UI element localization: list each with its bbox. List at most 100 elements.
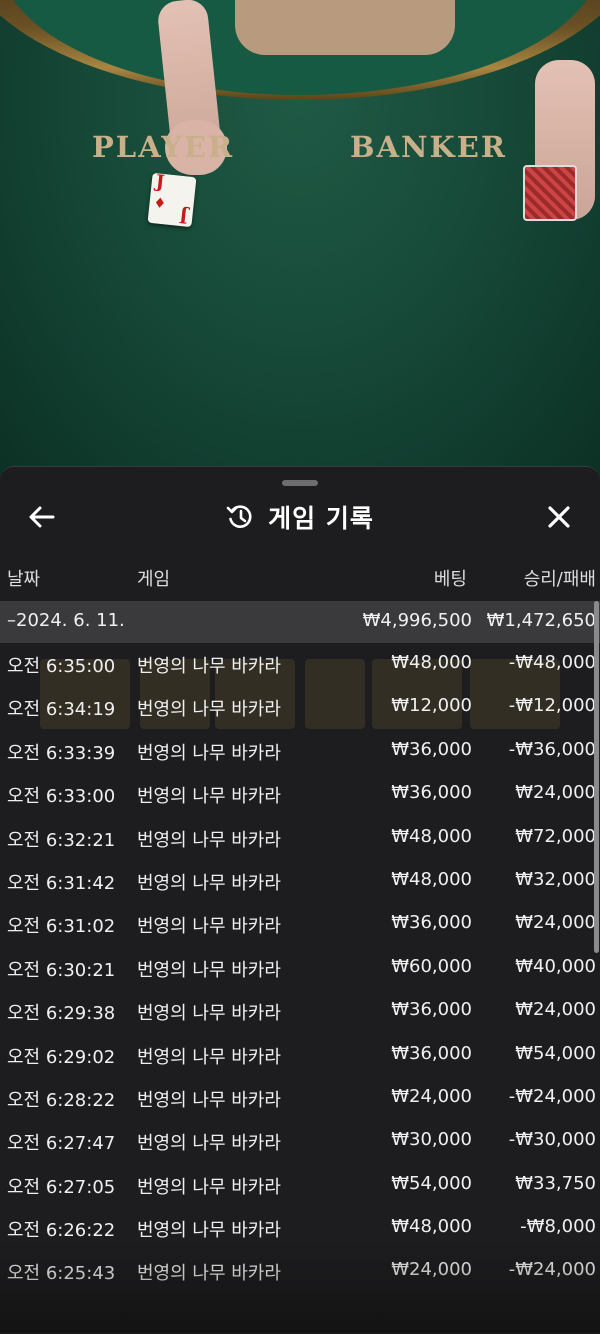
history-row[interactable]: 오전 6:31:02 번영의 나무 바카라 ₩36,000 ₩24,000	[0, 903, 600, 946]
row-bet: ₩48,000	[391, 825, 472, 847]
row-time: 오전 6:35:00	[7, 656, 116, 677]
row-game: 번영의 나무 바카라	[137, 1220, 281, 1242]
row-result: -₩12,000	[508, 695, 596, 717]
history-row[interactable]: 오전 6:33:00 번영의 나무 바카라 ₩36,000 ₩24,000	[0, 773, 600, 816]
row-bet: ₩36,000	[391, 1042, 472, 1064]
row-bet: ₩36,000	[391, 912, 472, 934]
column-header-date: 날짜	[7, 569, 41, 590]
row-result: ₩54,000	[515, 1042, 596, 1064]
history-row[interactable]: 오전 6:32:21 번영의 나무 바카라 ₩48,000 ₩72,000	[0, 817, 600, 860]
row-bet: ₩48,000	[391, 868, 472, 890]
summary-bet: ₩4,996,500	[362, 610, 472, 631]
row-result: ₩72,000	[515, 825, 596, 847]
row-bet: ₩36,000	[391, 782, 472, 804]
row-game: 번영의 나무 바카라	[137, 1176, 281, 1198]
game-history-sheet: 게임 기록 날짜 게임 베팅 승리/패배 –2024. 6. 11. ₩4,99…	[0, 466, 600, 1334]
row-time: 오전 6:34:19	[7, 699, 116, 721]
history-row[interactable]: 오전 6:33:39 번영의 나무 바카라 ₩36,000 -₩36,000	[0, 730, 600, 773]
row-game: 번영의 나무 바카라	[137, 916, 281, 938]
row-time: 오전 6:29:38	[7, 1003, 116, 1025]
player-label: PLAYER	[92, 130, 235, 164]
history-list: 오전 6:35:00 번영의 나무 바카라 ₩48,000 -₩48,000 오전 6…	[0, 643, 600, 1294]
close-button[interactable]	[537, 495, 581, 539]
row-game: 번영의 나무 바카라	[137, 742, 281, 764]
row-time: 오전 6:31:02	[7, 916, 116, 938]
row-game: 번영의 나무 바카라	[137, 1003, 281, 1025]
row-game: 번영의 나무 바카라	[137, 656, 281, 677]
history-row[interactable]: 오전 6:27:47 번영의 나무 바카라 ₩30,000 -₩30,000	[0, 1120, 600, 1163]
row-result: -₩24,000	[508, 1259, 596, 1281]
row-time: 오전 6:31:42	[7, 872, 116, 894]
sheet-title: 게임 기록	[268, 504, 374, 533]
history-row[interactable]: 오전 6:29:02 번영의 나무 바카라 ₩36,000 ₩54,000	[0, 1034, 600, 1077]
row-time: 오전 6:28:22	[7, 1089, 116, 1111]
row-bet: ₩36,000	[391, 999, 472, 1021]
history-row[interactable]: 오전 6:29:38 번영의 나무 바카라 ₩36,000 ₩24,000	[0, 990, 600, 1033]
card-rank-bottom: J	[178, 204, 190, 227]
row-game: 번영의 나무 바카라	[137, 1046, 281, 1068]
row-result: ₩40,000	[515, 955, 596, 977]
history-row[interactable]: 오전 6:35:00 번영의 나무 바카라 ₩48,000 -₩48,000	[0, 643, 600, 686]
history-scrollbar[interactable]	[594, 601, 599, 953]
row-game: 번영의 나무 바카라	[137, 829, 281, 851]
row-result: ₩24,000	[515, 912, 596, 934]
row-game: 번영의 나무 바카라	[137, 1089, 281, 1111]
row-game: 번영의 나무 바카라	[137, 872, 281, 894]
summary-date: –2024. 6. 11.	[7, 610, 125, 631]
row-bet: ₩30,000	[391, 1129, 472, 1151]
row-bet: ₩54,000	[391, 1172, 472, 1194]
history-row[interactable]: 오전 6:26:22 번영의 나무 바카라 ₩48,000 -₩8,000	[0, 1207, 600, 1250]
history-row[interactable]: 오전 6:28:22 번영의 나무 바카라 ₩24,000 -₩24,000	[0, 1077, 600, 1120]
row-result: -₩30,000	[508, 1129, 596, 1151]
sheet-header: 게임 기록	[0, 495, 600, 539]
row-result: ₩33,750	[515, 1172, 596, 1194]
row-bet: ₩12,000	[391, 695, 472, 717]
live-video-feed: PLAYER BANKER J ♦ J	[0, 0, 600, 480]
row-bet: ₩24,000	[391, 1085, 472, 1107]
history-row[interactable]: 오전 6:34:19 번영의 나무 바카라 ₩12,000 -₩12,000	[0, 686, 600, 729]
card-rank: J	[154, 171, 166, 194]
row-time: 오전 6:25:43	[7, 1263, 116, 1285]
row-time: 오전 6:32:21	[7, 829, 116, 851]
column-header-bet: 베팅	[433, 569, 467, 590]
row-bet: ₩60,000	[391, 955, 472, 977]
history-row[interactable]: 오전 6:30:21 번영의 나무 바카라 ₩60,000 ₩40,000	[0, 947, 600, 990]
row-time: 오전 6:26:22	[7, 1220, 116, 1242]
row-result: ₩32,000	[515, 868, 596, 890]
history-row[interactable]: 오전 6:27:05 번영의 나무 바카라 ₩54,000 ₩33,750	[0, 1164, 600, 1207]
row-game: 번영의 나무 바카라	[137, 959, 281, 981]
row-result: -₩36,000	[508, 738, 596, 760]
banker-card-back	[523, 165, 577, 221]
row-time: 오전 6:30:21	[7, 959, 116, 981]
row-bet: ₩36,000	[391, 738, 472, 760]
row-time: 오전 6:33:00	[7, 786, 116, 808]
sheet-grabber[interactable]	[282, 480, 318, 486]
row-game: 번영의 나무 바카라	[137, 786, 281, 808]
row-result: -₩8,000	[520, 1216, 596, 1238]
column-header-result: 승리/패배	[523, 569, 596, 590]
row-game: 번영의 나무 바카라	[137, 1263, 281, 1285]
row-bet: ₩24,000	[391, 1259, 472, 1281]
dealer-torso	[235, 0, 455, 55]
sheet-title-group: 게임 기록	[0, 495, 600, 539]
player-card: J ♦ J	[147, 171, 197, 228]
history-row[interactable]: 오전 6:31:42 번영의 나무 바카라 ₩48,000 ₩32,000	[0, 860, 600, 903]
column-header-game: 게임	[137, 569, 171, 590]
row-result: ₩24,000	[515, 782, 596, 804]
card-suit: ♦	[152, 195, 167, 213]
summary-result: ₩1,472,650	[486, 610, 596, 631]
history-icon	[226, 505, 252, 528]
row-time: 오전 6:27:47	[7, 1133, 116, 1155]
row-game: 번영의 나무 바카라	[137, 699, 281, 721]
row-time: 오전 6:27:05	[7, 1176, 116, 1198]
row-time: 오전 6:33:39	[7, 742, 116, 764]
row-bet: ₩48,000	[391, 1216, 472, 1238]
row-game: 번영의 나무 바카라	[137, 1133, 281, 1155]
back-button[interactable]	[20, 495, 64, 539]
arrow-left-icon	[29, 506, 55, 528]
banker-label: BANKER	[350, 130, 507, 164]
date-summary-row[interactable]: –2024. 6. 11. ₩4,996,500 ₩1,472,650	[0, 601, 600, 643]
row-bet: ₩48,000	[391, 652, 472, 673]
row-result: -₩48,000	[508, 652, 596, 673]
history-row[interactable]: 오전 6:25:43 번영의 나무 바카라 ₩24,000 -₩24,000	[0, 1250, 600, 1293]
